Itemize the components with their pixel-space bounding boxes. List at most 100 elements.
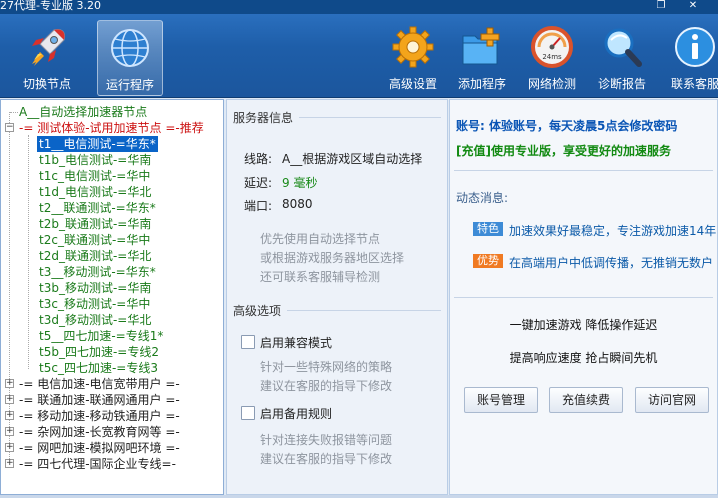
recharge-button[interactable]: 充值续费	[549, 387, 623, 413]
tree-group-test[interactable]: -= 测试体验-试用加速节点 =-推荐	[19, 120, 204, 136]
add-program-button[interactable]: 添加程序	[449, 20, 515, 96]
tree-node-t1b[interactable]: t1b_电信测试-=华南	[39, 152, 151, 168]
info-icon	[675, 27, 715, 67]
latency-value: 9 毫秒	[282, 176, 318, 190]
tree-group-mobile[interactable]: -= 移动加速-移动铁通用户 =-	[19, 408, 180, 424]
account-panel: 账号: 体验账号，每天凌晨5点会修改密码 [充值]使用专业版，享受更好的加速服务…	[449, 99, 718, 495]
tree-node-auto-select[interactable]: A__自动选择加速器节点	[19, 104, 147, 120]
tree-node-t2[interactable]: t2__联通测试-=华东*	[39, 200, 156, 216]
network-check-label: 网络检测	[527, 77, 576, 91]
advanced-settings-label: 高级设置	[388, 77, 437, 91]
port-row: 端口: 8080	[244, 197, 313, 214]
switch-node-label: 切换节点	[22, 77, 71, 91]
recharge-link[interactable]: [充值]使用专业版，享受更好的加速服务	[456, 142, 671, 159]
tree-node-t3c[interactable]: t3c_移动测试-=华中	[39, 296, 150, 312]
contact-support-label: 联系客服	[670, 77, 718, 91]
account-info: 账号: 体验账号，每天凌晨5点会修改密码	[456, 119, 678, 133]
tree-node-t2b[interactable]: t2b_联通测试-=华南	[39, 216, 151, 232]
restore-icon[interactable]: ❐	[650, 0, 672, 12]
compat-hint: 针对一些特殊网络的策略	[260, 360, 393, 374]
tree-node-t1[interactable]: t1__电信测试-=华东*	[37, 136, 158, 152]
advanced-settings-button[interactable]: 高级设置	[380, 20, 446, 96]
contact-support-button[interactable]: 联系客服	[662, 20, 718, 96]
tree-node-t5c[interactable]: t5c_四七加速-=专线3	[39, 360, 158, 376]
port-label: 端口:	[244, 199, 273, 213]
latency-row: 延迟: 9 毫秒	[244, 174, 317, 191]
magnifier-icon	[604, 28, 642, 67]
backup-rules-checkbox[interactable]	[241, 406, 255, 420]
tree-group-telecom[interactable]: -= 电信加速-电信宽带用户 =-	[19, 376, 180, 392]
rocket-icon	[32, 29, 65, 66]
node-tree[interactable]: A__自动选择加速器节点 − -= 测试体验-试用加速节点 =-推荐 t1__电…	[0, 99, 224, 495]
diagnostic-report-button[interactable]: 诊断报告	[589, 20, 655, 96]
tree-group-misc[interactable]: -= 杂网加速-长宽教育网等 =-	[19, 424, 180, 440]
compat-mode-label[interactable]: 启用兼容模式	[260, 334, 332, 351]
advantage-badge: 优势	[473, 254, 503, 268]
backup-hint: 建议在客服的指导下修改	[260, 452, 393, 466]
expand-icon[interactable]: +	[5, 379, 14, 388]
server-panel: 服务器信息 线路: A__根据游戏区域自动选择 延迟: 9 毫秒 端口: 808…	[226, 99, 448, 495]
run-program-label: 运行程序	[105, 78, 154, 92]
tree-connector	[10, 112, 18, 113]
tree-group-unicom[interactable]: -= 联通加速-联通网通用户 =-	[19, 392, 180, 408]
expand-icon[interactable]: +	[5, 395, 14, 404]
server-hint: 还可联系客服辅导检测	[260, 270, 381, 284]
tree-group-netbar[interactable]: -= 网吧加速-模拟网吧环境 =-	[19, 440, 180, 456]
slogan-line: 提高响应速度 抢占瞬间先机	[509, 351, 658, 365]
switch-node-button[interactable]: 切换节点	[14, 20, 80, 96]
tree-node-t1d[interactable]: t1d_电信测试-=华北	[39, 184, 151, 200]
section-divider	[299, 117, 441, 118]
network-check-button[interactable]: 24ms 网络检测	[519, 20, 585, 96]
tree-node-t3[interactable]: t3__移动测试-=华东*	[39, 264, 156, 280]
advanced-options-title: 高级选项	[233, 304, 282, 318]
backup-hint: 针对连接失败报错等问题	[260, 433, 393, 447]
gear-icon	[392, 26, 434, 68]
account-manage-button[interactable]: 账号管理	[464, 387, 538, 413]
add-program-label: 添加程序	[457, 77, 506, 91]
route-value: A__根据游戏区域自动选择	[282, 152, 423, 166]
latency-label: 延迟:	[244, 176, 273, 190]
tree-node-t3d[interactable]: t3d_移动测试-=华北	[39, 312, 151, 328]
route-label: 线路:	[244, 152, 273, 166]
server-hint: 或根据游戏服务器地区选择	[260, 251, 405, 265]
tree-group-international[interactable]: -= 四七代理-国际企业专线=-	[19, 456, 176, 472]
official-site-button[interactable]: 访问官网	[635, 387, 709, 413]
add-folder-icon	[462, 27, 500, 65]
toolbar: 切换节点 运行程序 高级设置 添加程序 24ms 网络检测 诊断报告 联系客服	[0, 14, 718, 98]
feature-badge: 特色	[473, 222, 503, 236]
window-title: 27代理-专业版 3.20	[0, 0, 101, 12]
section-divider	[287, 310, 441, 311]
tree-connector	[28, 135, 29, 369]
tree-node-t2c[interactable]: t2c_联通测试-=华中	[39, 232, 150, 248]
news-item[interactable]: 加速效果好最稳定，专注游戏加速14年	[509, 222, 716, 239]
tree-node-t3b[interactable]: t3b_移动测试-=华南	[39, 280, 151, 296]
title-bar: 27代理-专业版 3.20 ❐ ✕	[0, 0, 718, 14]
section-divider	[454, 170, 713, 171]
speedometer-readout: 24ms	[542, 53, 562, 61]
tree-node-t5[interactable]: t5__四七加速-=专线1*	[39, 328, 163, 344]
close-icon[interactable]: ✕	[682, 0, 704, 12]
news-title: 动态消息:	[456, 191, 509, 205]
expand-icon[interactable]: +	[5, 427, 14, 436]
run-program-button[interactable]: 运行程序	[97, 20, 163, 96]
port-value: 8080	[282, 197, 313, 211]
slogan-line: 一键加速游戏 降低操作延迟	[509, 318, 658, 332]
section-divider	[454, 297, 713, 298]
news-item[interactable]: 在高端用户中低调传播，无推销无数户	[509, 254, 713, 271]
tree-node-t1c[interactable]: t1c_电信测试-=华中	[39, 168, 150, 184]
backup-rules-label[interactable]: 启用备用规则	[260, 405, 332, 422]
globe-icon	[111, 29, 149, 67]
server-info-title: 服务器信息	[233, 111, 294, 125]
expand-icon[interactable]: +	[5, 443, 14, 452]
speedometer-icon: 24ms	[531, 26, 573, 68]
collapse-icon[interactable]: −	[5, 123, 14, 132]
expand-icon[interactable]: +	[5, 411, 14, 420]
compat-mode-checkbox[interactable]	[241, 335, 255, 349]
tree-node-t5b[interactable]: t5b_四七加速-=专线2	[39, 344, 159, 360]
server-hint: 优先使用自动选择节点	[260, 232, 381, 246]
route-row: 线路: A__根据游戏区域自动选择	[244, 150, 422, 167]
compat-hint: 建议在客服的指导下修改	[260, 379, 393, 393]
tree-node-t2d[interactable]: t2d_联通测试-=华北	[39, 248, 151, 264]
expand-icon[interactable]: +	[5, 459, 14, 468]
diagnostic-report-label: 诊断报告	[597, 77, 646, 91]
